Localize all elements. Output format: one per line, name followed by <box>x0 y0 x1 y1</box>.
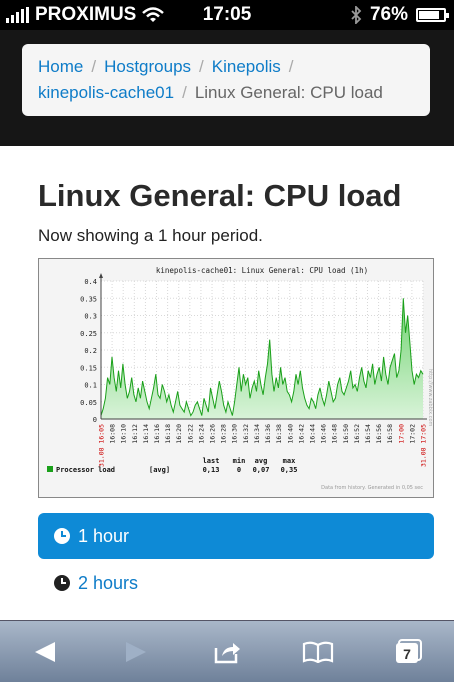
x-tick-label: 16:16 <box>153 424 161 444</box>
page-header: Home / Hostgroups / Kinepolis / kinepolis-cach… <box>0 30 454 146</box>
x-tick-label: 16:14 <box>142 424 150 444</box>
status-bar: PROXIMUS 17:05 76% <box>0 0 454 30</box>
x-tick-label: 16:32 <box>242 424 250 444</box>
forward-arrow-icon <box>126 641 147 662</box>
breadcrumb-home[interactable]: Home <box>38 57 83 76</box>
legend-header: max <box>283 457 296 465</box>
y-tick-label: 0.25 <box>80 330 97 338</box>
x-tick-label: 16:20 <box>175 424 183 444</box>
x-tick-label: 16:34 <box>253 424 261 444</box>
legend-value: 0,35 <box>281 466 298 474</box>
x-tick-label: 16:28 <box>220 424 228 444</box>
battery-percent: 76% <box>369 4 408 25</box>
x-tick-label: 16:30 <box>231 424 239 444</box>
main-content: Linux General: CPU load Now showing a 1 … <box>0 146 454 620</box>
x-tick-label: 16:48 <box>331 424 339 444</box>
y-tick-label: 0 <box>93 416 97 424</box>
back-arrow-icon <box>35 641 56 662</box>
breadcrumb-host[interactable]: kinepolis-cache01 <box>38 83 174 102</box>
x-tick-label: 16:56 <box>375 424 383 444</box>
x-tick-label: 16:26 <box>209 424 217 444</box>
tabs-count: 7 <box>403 646 411 662</box>
breadcrumb-hostgroups[interactable]: Hostgroups <box>104 57 191 76</box>
y-tick-label: 0.2 <box>84 347 97 355</box>
x-tick-label: 16:44 <box>308 424 316 444</box>
y-tick-label: 0.05 <box>80 399 97 407</box>
legend-value: 0 <box>237 466 241 474</box>
y-tick-label: 0.4 <box>84 278 97 286</box>
cpu-load-graph: kinepolis-cache01: Linux General: CPU lo… <box>38 258 434 498</box>
page-title: Linux General: CPU load <box>38 178 402 213</box>
x-tick-label: 16:24 <box>197 424 205 444</box>
battery-icon <box>416 8 449 22</box>
x-tick-label: 16:38 <box>275 424 283 444</box>
breadcrumb: Home / Hostgroups / Kinepolis / kinepolis-cach… <box>22 44 430 116</box>
share-button[interactable] <box>182 621 273 682</box>
legend-value: 0,13 <box>203 466 220 474</box>
legend-series-name: Processor load <box>56 466 115 474</box>
tabs-button[interactable]: 7 <box>363 621 454 682</box>
clock-icon <box>54 575 70 591</box>
legend-agg: [avg] <box>149 466 170 474</box>
y-axis-arrow <box>99 273 103 278</box>
x-tick-label: 16:54 <box>364 424 372 444</box>
x-tick-label: 16:40 <box>286 424 294 444</box>
chart-footer: Data from history. Generated in 0,05 sec <box>321 485 423 491</box>
bluetooth-icon <box>351 6 362 24</box>
chart-title: kinepolis-cache01: Linux General: CPU lo… <box>156 266 368 275</box>
legend-header: avg <box>255 457 268 465</box>
y-tick-label: 0.35 <box>80 295 97 303</box>
forward-button[interactable] <box>91 621 182 682</box>
x-tick-label: 31.08 16:05 <box>98 424 106 467</box>
chart-side-label: http://www.zabbix.com <box>427 369 433 426</box>
period-description: Now showing a 1 hour period. <box>38 226 263 245</box>
x-tick-label: 16:58 <box>386 424 394 444</box>
x-tick-label: 16:36 <box>264 424 272 444</box>
x-tick-label: 16:42 <box>297 424 305 444</box>
x-tick-label: 16:46 <box>320 424 328 444</box>
chart-svg: kinepolis-cache01: Linux General: CPU lo… <box>47 266 433 491</box>
period-label: 1 hour <box>78 525 130 546</box>
x-tick-label: 16:10 <box>120 424 128 444</box>
period-1-hour[interactable]: 1 hour <box>38 513 434 559</box>
tabs-icon: 7 <box>395 638 422 663</box>
x-tick-label: 16:52 <box>353 424 361 444</box>
x-tick-label: 17:00 <box>397 424 405 444</box>
x-tick-label: 16:22 <box>186 424 194 444</box>
legend-header: min <box>233 457 246 465</box>
back-button[interactable] <box>0 621 91 682</box>
breadcrumb-current: Linux General: CPU load <box>194 83 383 102</box>
legend-header: last <box>203 457 220 465</box>
x-tick-label: 16:08 <box>109 424 117 444</box>
bookmarks-icon <box>302 641 333 663</box>
x-tick-label: 16:12 <box>131 424 139 444</box>
y-tick-label: 0.15 <box>80 364 97 372</box>
share-icon <box>214 642 240 663</box>
x-tick-label: 31.08 17:05 <box>420 424 428 467</box>
period-2-hours[interactable]: 2 hours <box>38 560 434 606</box>
bookmarks-button[interactable] <box>272 621 363 682</box>
period-label: 2 hours <box>78 572 139 593</box>
y-tick-label: 0.1 <box>84 382 97 390</box>
x-tick-label: 17:02 <box>408 424 416 444</box>
clock-icon <box>54 528 70 544</box>
legend-value: 0,07 <box>253 466 270 474</box>
browser-toolbar: 7 <box>0 620 454 682</box>
legend-swatch <box>47 466 53 472</box>
breadcrumb-kinepolis[interactable]: Kinepolis <box>212 57 281 76</box>
x-tick-label: 16:50 <box>342 424 350 444</box>
x-tick-label: 16:18 <box>164 424 172 444</box>
y-tick-label: 0.3 <box>84 313 97 321</box>
